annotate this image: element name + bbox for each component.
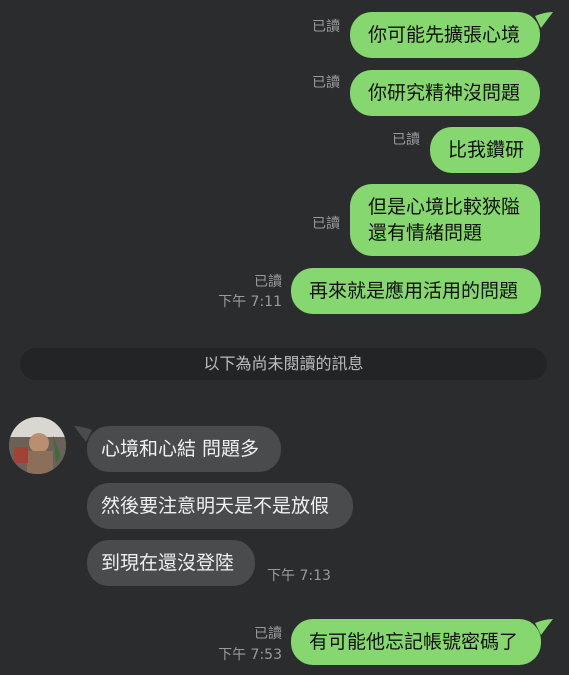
message-text: 比我鑽研 [448, 139, 525, 161]
message-bubble-outgoing[interactable]: 比我鑽研 [430, 127, 540, 173]
message-time: 下午 7:11 [218, 294, 282, 310]
message-bubble-incoming[interactable]: 到現在還沒登陸 [87, 540, 255, 586]
message-bubble-incoming[interactable]: 心境和心結 問題多 [87, 426, 281, 472]
message-text: 到現在還沒登陸 [101, 552, 235, 574]
message-bubble-outgoing[interactable]: 再來就是應用活用的問題 [291, 268, 541, 314]
unread-divider: 以下為尚未閱讀的訊息 [20, 348, 547, 380]
bubble-tail-icon [535, 619, 553, 635]
message-bubble-outgoing[interactable]: 有可能他忘記帳號密碼了 [291, 619, 541, 665]
message-bubble-incoming[interactable]: 然後要注意明天是不是放假 [87, 483, 353, 529]
message-text: 然後要注意明天是不是放假 [101, 495, 330, 517]
message-bubble-outgoing[interactable]: 你研究精神沒問題 [350, 70, 540, 116]
message-text: 有可能他忘記帳號密碼了 [309, 631, 519, 653]
contact-avatar[interactable] [9, 417, 66, 474]
message-bubble-outgoing[interactable]: 你可能先擴張心境 [350, 12, 540, 58]
read-receipt: 已讀 [392, 132, 420, 148]
message-text-line: 但是心境比較狹隘 [368, 196, 521, 218]
message-bubble-outgoing[interactable]: 但是心境比較狹隘 還有情緒問題 [350, 184, 540, 256]
read-receipt: 已讀 [254, 274, 282, 290]
bubble-tail-icon [535, 12, 553, 28]
message-text: 你研究精神沒問題 [368, 82, 521, 104]
read-receipt: 已讀 [312, 216, 340, 232]
message-text-line: 還有情緒問題 [368, 222, 483, 244]
contact-avatar-photo [9, 417, 66, 474]
read-receipt: 已讀 [312, 75, 340, 91]
message-time: 下午 7:13 [267, 568, 331, 584]
message-text: 再來就是應用活用的問題 [309, 280, 519, 302]
read-receipt: 已讀 [312, 19, 340, 35]
message-text: 你可能先擴張心境 [368, 24, 521, 46]
read-receipt: 已讀 [254, 626, 282, 642]
message-time: 下午 7:53 [218, 647, 282, 663]
message-text: 心境和心結 問題多 [101, 438, 260, 460]
